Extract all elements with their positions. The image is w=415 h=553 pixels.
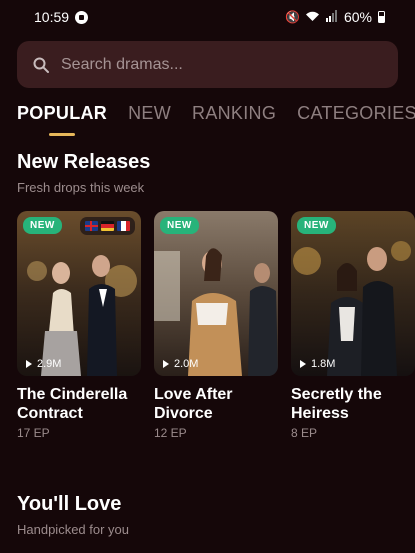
drama-title[interactable]: Love After Divorce [154,385,278,423]
battery-icon [378,11,385,23]
wifi-icon [305,10,320,25]
drama-title-line: Divorce [154,405,213,422]
battery-percent: 60% [343,9,372,25]
tab-new[interactable]: NEW [128,103,171,124]
episode-count: 12 EP [154,426,187,440]
drama-card-love-after-divorce[interactable]: NEW 2.0M Love After Divorce 12 EP [154,211,278,440]
drama-title-line: Secretly the [291,386,382,403]
mute-icon: 🔇 [285,10,300,24]
search-input[interactable]: Search dramas... [17,41,398,88]
new-badge: NEW [160,217,199,234]
flag-fr-icon [117,221,130,231]
poster-image [291,211,415,376]
drama-title[interactable]: Secretly the Heiress [291,385,415,423]
youll-love-title: You'll Love [17,493,122,515]
drama-title-line: Heiress [291,405,349,422]
view-count-value: 1.8M [311,358,336,370]
drama-title-line: The Cinderella [17,386,128,403]
view-count: 2.9M [26,358,61,370]
new-releases-subtitle: Fresh drops this week [17,180,145,195]
notification-icon [75,10,89,24]
play-icon [300,360,306,368]
drama-poster[interactable]: NEW 1.8M [291,211,415,376]
tab-ranking[interactable]: RANKING [192,103,276,124]
drama-poster[interactable]: NEW 2.9M [17,211,141,376]
signal-icon [325,9,338,25]
drama-card-cinderella-contract[interactable]: NEW 2.9M The Cinderella Contract 17 EP [17,211,141,440]
youll-love-subtitle: Handpicked for you [17,522,130,537]
new-badge: NEW [297,217,336,234]
language-flags [80,217,135,235]
tab-categories[interactable]: CATEGORIES [297,103,415,124]
search-placeholder: Search dramas... [61,55,183,73]
view-count: 1.8M [300,358,335,370]
drama-card-secretly-the-heiress[interactable]: NEW 1.8M Secretly the Heiress 8 EP [291,211,415,440]
flag-uk-icon [85,221,98,231]
view-count: 2.0M [163,358,198,370]
new-releases-title: New Releases [17,151,151,173]
play-icon [26,360,32,368]
clock: 10:59 [34,9,70,25]
play-icon [163,360,169,368]
flag-de-icon [101,221,114,231]
category-tabs: POPULAR NEW RANKING CATEGORIES [17,98,415,128]
drama-title-line: Contract [17,405,83,422]
new-releases-carousel[interactable]: NEW 2.9M The Cinderella Contract 17 EP N… [17,211,415,441]
search-icon [33,57,49,73]
poster-image [17,211,141,376]
poster-image [154,211,278,376]
episode-count: 8 EP [291,426,318,440]
view-count-value: 2.0M [174,358,199,370]
status-left: 10:59 [34,9,89,25]
status-bar: 10:59 🔇 60% [0,0,415,34]
episode-count: 17 EP [17,426,50,440]
drama-title-line: Love After [154,386,233,403]
new-badge: NEW [23,217,62,234]
drama-title[interactable]: The Cinderella Contract [17,385,141,423]
drama-poster[interactable]: NEW 2.0M [154,211,278,376]
view-count-value: 2.9M [37,358,62,370]
tab-popular[interactable]: POPULAR [17,103,107,124]
status-right: 🔇 60% [285,9,385,25]
